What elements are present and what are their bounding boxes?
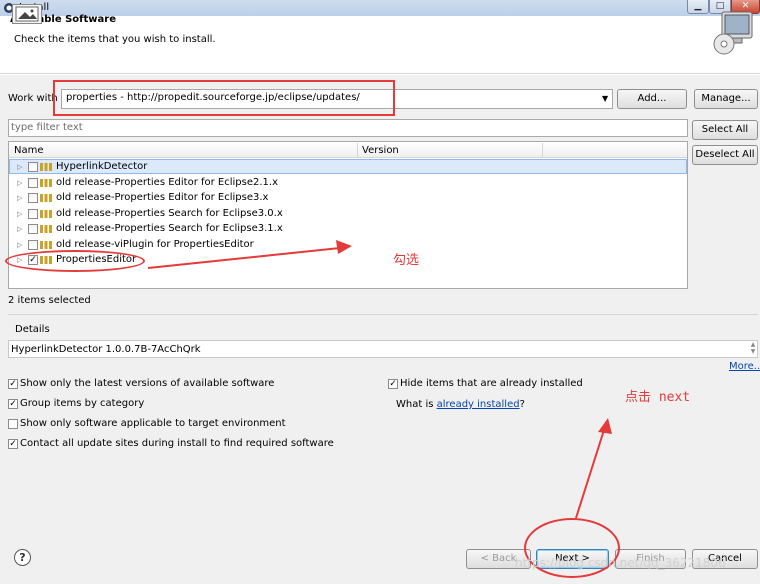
details-text: HyperlinkDetector 1.0.0.7B-7AcChQrk <box>11 344 201 355</box>
annotation-arrows <box>147 240 612 519</box>
what-is-installed: What is already installed? <box>396 399 525 410</box>
already-installed-link[interactable]: already installed <box>437 399 520 410</box>
group-by-category-checkbox[interactable]: ✓ <box>8 399 18 409</box>
annotation-check-note: 勾选 <box>393 253 420 268</box>
contact-sites-checkbox[interactable]: ✓ <box>8 439 18 449</box>
what-is-prefix: What is <box>396 399 437 410</box>
more-link[interactable]: More... <box>729 361 760 372</box>
divider <box>8 314 758 315</box>
details-scrollbar[interactable]: ▲ ▼ <box>748 341 758 357</box>
applicable-only-label: Show only software applicable to target … <box>20 418 286 429</box>
watermark: https://blog.csdn.net/qq_36221806 <box>515 556 726 570</box>
latest-versions-checkbox[interactable]: ✓ <box>8 379 18 389</box>
what-is-suffix: ? <box>519 399 525 410</box>
hide-installed-label: Hide items that are already installed <box>400 378 583 389</box>
details-label: Details <box>15 324 50 335</box>
help-icon[interactable]: ? <box>14 549 31 566</box>
selected-count: 2 items selected <box>8 295 91 306</box>
group-by-category-label: Group items by category <box>20 398 145 409</box>
hide-installed-checkbox[interactable]: ✓ <box>388 379 398 389</box>
latest-versions-label: Show only the latest versions of availab… <box>20 378 275 389</box>
annotation-next-note: 点击 next <box>625 390 691 405</box>
applicable-only-checkbox[interactable] <box>8 419 18 429</box>
contact-sites-label: Contact all update sites during install … <box>20 438 334 449</box>
